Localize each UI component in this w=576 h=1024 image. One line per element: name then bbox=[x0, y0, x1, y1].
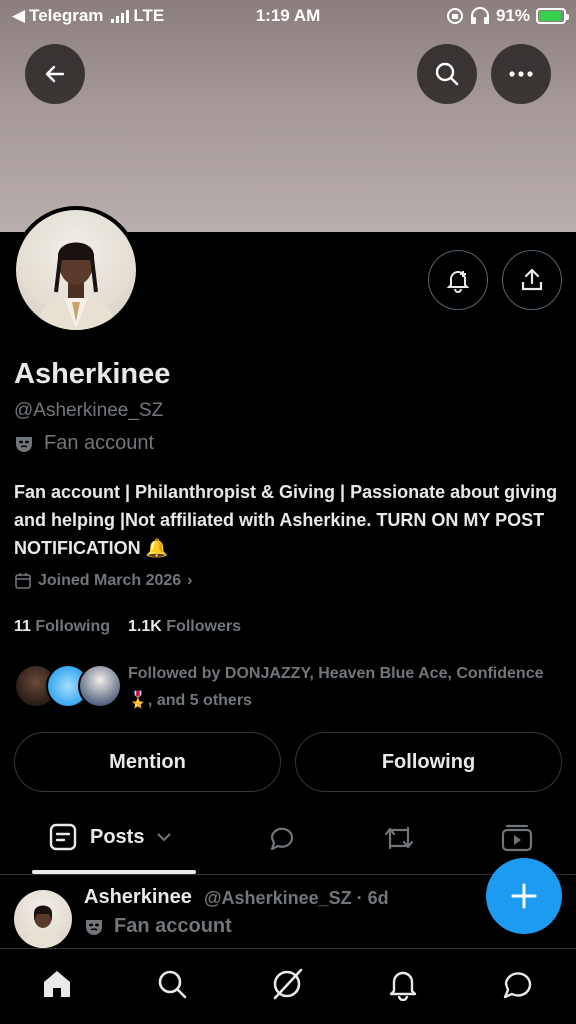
headphones-icon bbox=[470, 7, 489, 24]
followers-link[interactable]: 1.1K Followers bbox=[128, 618, 241, 635]
joined-date: Joined March 2026 bbox=[38, 572, 182, 589]
notifications-bell-icon[interactable] bbox=[386, 967, 420, 1001]
battery-icon bbox=[536, 8, 569, 24]
post-avatar[interactable] bbox=[14, 890, 72, 948]
back-button[interactable] bbox=[25, 44, 85, 104]
calendar-icon bbox=[15, 573, 31, 589]
chevron-down-icon bbox=[157, 833, 172, 842]
profile-avatar[interactable] bbox=[12, 206, 140, 334]
profile-photo bbox=[36, 242, 116, 330]
messages-icon[interactable] bbox=[501, 967, 535, 1001]
profile-label: Fan account bbox=[44, 432, 155, 454]
share-button[interactable] bbox=[502, 250, 562, 310]
post-label: Fan account bbox=[114, 915, 232, 937]
posts-icon bbox=[49, 823, 77, 851]
bell-plus-icon bbox=[446, 271, 470, 293]
compose-post-button[interactable] bbox=[486, 858, 562, 934]
post-label-row: Fan account bbox=[84, 915, 232, 938]
tab-posts-label: Posts bbox=[90, 825, 145, 848]
profile-tabs: Posts bbox=[0, 808, 576, 874]
following-label: Following bbox=[35, 618, 111, 635]
following-link[interactable]: 11 Following bbox=[14, 618, 110, 635]
more-options-button[interactable] bbox=[491, 44, 551, 104]
grok-icon[interactable] bbox=[270, 967, 304, 1001]
mention-button[interactable]: Mention bbox=[14, 732, 281, 792]
profile-banner[interactable] bbox=[0, 0, 576, 232]
search-icon bbox=[435, 62, 459, 86]
profile-label-row: Fan account bbox=[14, 432, 154, 455]
plus-icon bbox=[511, 883, 537, 909]
following-button[interactable]: Following bbox=[295, 732, 562, 792]
followers-count: 1.1K bbox=[128, 618, 162, 635]
home-icon[interactable] bbox=[40, 967, 74, 1001]
post-author-name[interactable]: Asherkinee bbox=[84, 886, 192, 909]
tab-posts[interactable]: Posts bbox=[48, 822, 172, 852]
status-bar: ◀ Telegram LTE 1:19 AM 91% bbox=[0, 0, 576, 34]
follower-avatar bbox=[78, 664, 122, 708]
profile-handle: @Asherkinee_SZ bbox=[14, 400, 164, 421]
profile-bio: Fan account | Philanthropist & Giving | … bbox=[14, 482, 558, 558]
tab-media-icon[interactable] bbox=[500, 822, 534, 854]
followers-label: Followers bbox=[166, 618, 241, 635]
tab-reposts-icon[interactable] bbox=[382, 822, 416, 854]
joined-date-row[interactable]: Joined March 2026 › bbox=[14, 572, 193, 590]
profile-name: Asherkinee bbox=[14, 358, 171, 390]
battery-percent: 91% bbox=[495, 6, 530, 25]
post-meta: @Asherkinee_SZ · 6d bbox=[204, 888, 389, 908]
followed-by-avatars[interactable] bbox=[14, 664, 124, 710]
follow-counts: 11 Following 1.1K Followers bbox=[14, 618, 241, 636]
share-icon bbox=[521, 268, 543, 291]
status-right: 91% bbox=[446, 6, 569, 26]
mask-icon bbox=[86, 919, 102, 935]
post-avatar-photo bbox=[22, 905, 64, 948]
notifications-toggle-button[interactable] bbox=[428, 250, 488, 310]
mask-icon bbox=[16, 436, 32, 452]
section-divider bbox=[0, 874, 576, 875]
followed-by-text[interactable]: Followed by DONJAZZY, Heaven Blue Ace, C… bbox=[128, 660, 568, 714]
arrow-left-icon bbox=[45, 65, 65, 83]
chevron-right-icon: › bbox=[187, 572, 193, 589]
orientation-lock-icon bbox=[446, 8, 463, 24]
bottom-navigation bbox=[0, 948, 576, 1024]
tab-replies-icon[interactable] bbox=[266, 822, 298, 854]
more-dots-icon bbox=[509, 71, 533, 77]
explore-search-icon[interactable] bbox=[155, 967, 189, 1001]
following-count: 11 bbox=[14, 618, 31, 635]
search-button[interactable] bbox=[417, 44, 477, 104]
